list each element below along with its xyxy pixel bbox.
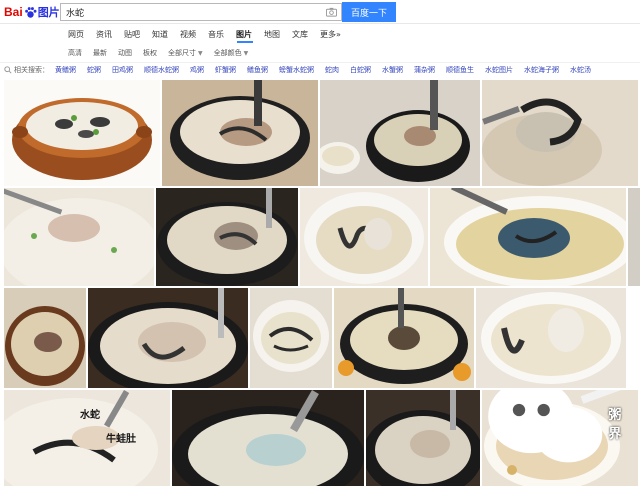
filter-size-label: 全部尺寸 xyxy=(168,49,196,57)
tab-news[interactable]: 资讯 xyxy=(96,29,112,41)
filter-color-dropdown[interactable]: 全部颜色 ▼ xyxy=(214,48,249,59)
logo-tu-text: 图片 xyxy=(37,6,60,19)
image-result[interactable] xyxy=(88,288,248,388)
image-result[interactable] xyxy=(476,288,626,388)
filter-latest[interactable]: 最新 xyxy=(93,48,107,59)
image-result[interactable] xyxy=(250,288,332,388)
tab-webpage[interactable]: 网页 xyxy=(68,29,84,41)
related-search-link[interactable]: 水蟹粥 xyxy=(382,65,403,75)
snake-porridge-spoon-image xyxy=(156,188,298,286)
related-searches-label: 相关搜索： xyxy=(14,65,49,74)
image-result[interactable] xyxy=(4,80,160,186)
related-search-link[interactable]: 水蛇汤 xyxy=(570,65,591,75)
image-result[interactable] xyxy=(334,288,474,388)
tab-map[interactable]: 地图 xyxy=(264,29,280,41)
image-result[interactable] xyxy=(162,80,318,186)
image-result[interactable] xyxy=(172,390,364,486)
tab-video[interactable]: 视频 xyxy=(180,29,196,41)
related-search-link[interactable]: 虾蟹粥 xyxy=(215,65,236,75)
chevron-down-icon: ▼ xyxy=(243,50,249,57)
annotation-label: 水蛇 xyxy=(80,410,100,421)
related-search-link[interactable]: 白蛇粥 xyxy=(350,65,371,75)
clay-pot-porridge-image xyxy=(4,288,86,388)
related-search-link[interactable]: 顺德鱼生 xyxy=(446,65,474,75)
annotation-label: 牛蛙肚 xyxy=(106,434,136,445)
tab-tieba[interactable]: 贴吧 xyxy=(124,29,140,41)
related-search-link[interactable]: 鳝鱼粥 xyxy=(247,65,268,75)
snake-on-spoon-image xyxy=(482,80,638,186)
tab-wenku[interactable]: 文库 xyxy=(292,29,308,41)
filter-copyright[interactable]: 板权 xyxy=(143,48,157,59)
tab-more[interactable]: 更多» xyxy=(320,29,341,41)
image-result[interactable] xyxy=(366,390,480,486)
related-search-link[interactable]: 顺德水蛇粥 xyxy=(144,65,179,75)
image-result[interactable]: 粥界 xyxy=(482,390,638,486)
filter-bar: 高清 最新 动图 板权 全部尺寸 ▼ 全部颜色 ▼ xyxy=(68,48,259,59)
snake-porridge-pot-closeup-image xyxy=(172,390,364,486)
image-result[interactable] xyxy=(300,188,428,286)
snake-porridge-ladle-image xyxy=(430,188,626,286)
related-search-link[interactable]: 水蛇图片 xyxy=(485,65,513,75)
annotated-snake-porridge-image xyxy=(4,390,170,486)
top-bar: Bai 图片 百度一下 xyxy=(0,0,640,24)
baidu-images-logo[interactable]: Bai 图片 xyxy=(4,3,60,21)
wechat-icon xyxy=(488,390,603,463)
image-result[interactable] xyxy=(430,188,626,286)
related-search-link[interactable]: 蒲杂粥 xyxy=(414,65,435,75)
snake-porridge-white-bowl-image xyxy=(300,188,428,286)
related-search-link[interactable]: 螃蟹水蛇粥 xyxy=(279,65,314,75)
related-search-link[interactable]: 田鸡粥 xyxy=(112,65,133,75)
filter-hd[interactable]: 高清 xyxy=(68,48,82,59)
tab-music[interactable]: 音乐 xyxy=(208,29,224,41)
image-result[interactable]: 水蛇 牛蛙肚 xyxy=(4,390,170,486)
snake-porridge-spoon-closeup-image xyxy=(366,390,480,486)
snake-porridge-flowers-image xyxy=(334,288,474,388)
filter-color-label: 全部颜色 xyxy=(213,49,242,57)
tab-images[interactable]: 图片 xyxy=(236,29,252,41)
search-input[interactable] xyxy=(61,4,311,20)
paw-icon xyxy=(24,6,37,18)
related-search-link[interactable]: 鸡粥 xyxy=(190,65,204,75)
image-results-grid: 水蛇 牛蛙肚 粥界 xyxy=(0,78,640,486)
watermark: 粥界 xyxy=(482,390,630,472)
image-result[interactable] xyxy=(482,80,638,186)
logo-bai-text: Bai xyxy=(4,5,23,19)
active-tab-indicator xyxy=(237,41,253,43)
porridge-with-spoon-image xyxy=(4,188,154,286)
image-result[interactable] xyxy=(320,80,480,186)
tab-zhidao[interactable]: 知道 xyxy=(152,29,168,41)
search-box xyxy=(60,3,342,21)
search-category-tabs: 网页 资讯 贴吧 知道 视频 音乐 图片 地图 文库 更多» xyxy=(68,29,353,41)
image-result[interactable] xyxy=(4,188,154,286)
related-search-link[interactable]: 黄鳝粥 xyxy=(55,65,76,75)
search-icon xyxy=(4,65,12,74)
image-result[interactable] xyxy=(156,188,298,286)
watermark-text: 粥界 xyxy=(608,407,622,442)
filter-animated[interactable]: 动图 xyxy=(118,48,132,59)
filter-size-dropdown[interactable]: 全部尺寸 ▼ xyxy=(168,48,203,59)
related-searches-bar: 相关搜索： 黄鳝粥 蛇粥 田鸡粥 顺德水蛇粥 鸡粥 虾蟹粥 鳝鱼粥 螃蟹水蛇粥 … xyxy=(0,62,640,76)
related-search-link[interactable]: 蛇肉 xyxy=(325,65,339,75)
search-button[interactable]: 百度一下 xyxy=(342,2,396,22)
camera-icon[interactable] xyxy=(326,7,337,17)
image-result[interactable] xyxy=(4,288,86,388)
snake-porridge-pot-image xyxy=(320,80,480,186)
snake-porridge-closeup-image xyxy=(88,288,248,388)
related-search-link[interactable]: 水蛇海子粥 xyxy=(524,65,559,75)
snake-in-white-bowl-image xyxy=(476,288,626,388)
snake-porridge-bowl-image xyxy=(162,80,318,186)
related-search-link[interactable]: 蛇粥 xyxy=(87,65,101,75)
image-result[interactable] xyxy=(628,188,640,286)
porridge-clay-pot-image xyxy=(12,98,152,180)
porridge-small-bowl-image xyxy=(250,288,332,388)
chevron-down-icon: ▼ xyxy=(198,50,203,57)
